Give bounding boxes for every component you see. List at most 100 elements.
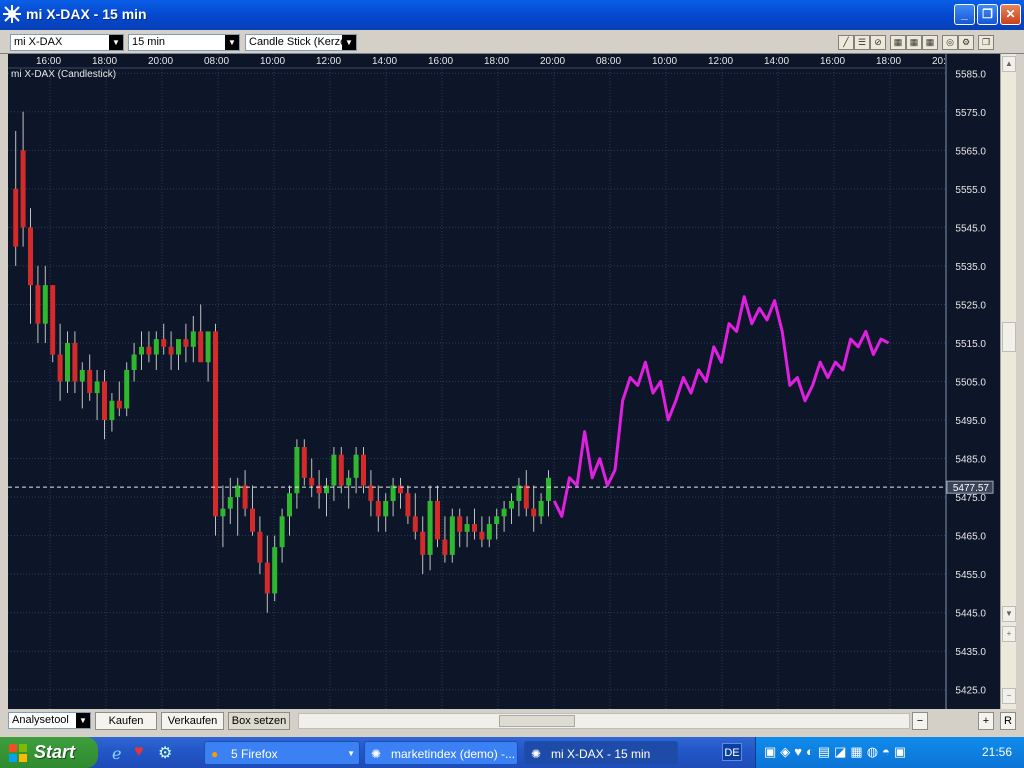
candle-body (13, 188, 19, 247)
time-label: 16:00 (36, 56, 61, 67)
restore-button[interactable]: ❐ (977, 4, 998, 25)
analysis-tool-select[interactable]: Analysetool ▼ (8, 712, 91, 729)
candle-body (412, 516, 418, 532)
chevron-down-icon[interactable]: ▼ (342, 35, 356, 50)
price-label: 5495.0 (955, 416, 986, 427)
taskbar-item-marketindex[interactable]: ✺ marketindex (demo) -... (364, 741, 518, 765)
candle-body (479, 531, 485, 540)
candle-body (287, 493, 292, 517)
chevron-down-icon[interactable]: ▼ (76, 713, 90, 728)
grid-a-button[interactable]: ▦ (890, 35, 906, 50)
bottom-toolbar: Analysetool ▼ Kaufen Verkaufen Box setze… (0, 710, 1024, 732)
candle-body (464, 524, 470, 532)
price-label: 5565.0 (955, 146, 986, 157)
ie-icon[interactable]: ℯ (112, 744, 121, 764)
zoom-out-time-icon[interactable]: − (912, 712, 928, 730)
zoom-out-icon[interactable]: − (1002, 688, 1016, 704)
candle-body (176, 339, 181, 355)
candle-body (383, 500, 389, 517)
zoom-in-icon[interactable]: + (1002, 626, 1016, 642)
candle-body (457, 516, 463, 532)
taskbar-item-label: marketindex (demo) -... (391, 747, 516, 761)
candle-body (309, 477, 315, 486)
taskbar: Start ℯ ♥ ⚙ ● 5 Firefox ▼ ✺ marketindex … (0, 737, 1024, 768)
candle-body (35, 285, 41, 324)
window-title: mi X-DAX - 15 min (26, 6, 147, 22)
start-button[interactable]: Start (0, 737, 98, 768)
instrument-select[interactable]: mi X-DAX ▼ (10, 34, 124, 51)
candle-body (161, 339, 167, 347)
chart-type-value: Candle Stick (Kerze (249, 36, 347, 48)
interval-select[interactable]: 15 min ▼ (128, 34, 240, 51)
chevron-down-icon[interactable]: ▼ (225, 35, 239, 50)
zoom-in-time-icon[interactable]: + (978, 712, 994, 730)
candle-body (516, 485, 522, 501)
candle-body (205, 331, 211, 363)
candle-body (538, 500, 544, 517)
minimize-button[interactable]: _ (954, 4, 975, 25)
chart-area[interactable]: 5585.0 5575.0 5565.0 5555.0 5545.0 5535.0 5525… (8, 54, 1015, 709)
app-quicklaunch-icon[interactable]: ⚙ (158, 743, 172, 763)
taskbar-item-firefox[interactable]: ● 5 Firefox ▼ (204, 741, 360, 765)
hline-tool-button[interactable]: ☰ (854, 35, 870, 50)
taskbar-item-chart[interactable]: ✺ mi X-DAX - 15 min (524, 741, 678, 765)
candle-body (301, 447, 307, 478)
candle-body (375, 500, 381, 517)
candle-body (435, 500, 440, 540)
candle-body (242, 485, 248, 509)
candle-body (546, 477, 551, 501)
app-icon: ✺ (531, 747, 542, 761)
detach-button[interactable]: ❐ (978, 35, 994, 50)
price-label: 5585.0 (955, 69, 986, 80)
taskbar-item-label: mi X-DAX - 15 min (551, 747, 651, 761)
price-scrollbar[interactable]: ▲ ▼ + − (1000, 54, 1016, 709)
tray-icons[interactable]: ▣◈♥◐▤◪▦◍◓▣ (764, 744, 910, 760)
settings-button[interactable]: ⚙ (958, 35, 974, 50)
app-icon (3, 5, 21, 23)
line-tool-button[interactable]: ╱ (838, 35, 854, 50)
candle-body (94, 381, 100, 394)
candlestick-chart[interactable]: 5585.0 5575.0 5565.0 5555.0 5545.0 5535.0 5525… (8, 54, 1015, 709)
candle-body (390, 485, 396, 501)
time-label: 20:00 (148, 56, 173, 67)
scroll-thumb[interactable] (1002, 322, 1016, 352)
grid-b-button[interactable]: ▦ (906, 35, 922, 50)
close-button[interactable]: ✕ (1000, 4, 1021, 25)
candle-body (65, 342, 70, 382)
window-icon: ❐ (981, 37, 991, 47)
time-scroll-thumb[interactable] (499, 715, 575, 727)
zoom-button[interactable]: ◎ (942, 35, 958, 50)
candle-body (420, 531, 426, 555)
time-scrollbar[interactable] (298, 713, 910, 729)
scroll-up-icon[interactable]: ▲ (1002, 56, 1016, 72)
heart-icon[interactable]: ♥ (134, 743, 144, 761)
price-label: 5465.0 (955, 532, 986, 543)
time-label: 18:00 (876, 56, 901, 67)
current-price-label: 5477.57 (953, 483, 990, 494)
time-label: 16:00 (428, 56, 453, 67)
scroll-down-icon[interactable]: ▼ (1002, 606, 1016, 622)
chart-type-select[interactable]: Candle Stick (Kerze ▼ (245, 34, 357, 51)
reset-button[interactable]: R (1000, 712, 1016, 730)
buy-button[interactable]: Kaufen (95, 712, 157, 730)
candle-body (220, 508, 226, 517)
time-label: 08:00 (596, 56, 621, 67)
candle-body (116, 400, 122, 409)
time-label: 10:00 (260, 56, 285, 67)
candle-body (294, 447, 300, 494)
candle-body (486, 524, 492, 540)
candle-body (146, 346, 152, 355)
candle-body (124, 369, 130, 409)
chevron-down-icon[interactable]: ▼ (109, 35, 123, 50)
time-label: 20:00 (540, 56, 565, 67)
minimize-icon: _ (961, 7, 968, 21)
box-button[interactable]: Box setzen (228, 712, 290, 730)
instrument-value: mi X-DAX (14, 36, 63, 48)
candle-body (279, 516, 285, 548)
erase-tool-button[interactable]: ⊘ (870, 35, 886, 50)
language-indicator[interactable]: DE (722, 743, 742, 761)
candle-body (324, 485, 329, 494)
sell-button[interactable]: Verkaufen (161, 712, 224, 730)
candle-body (28, 227, 33, 286)
grid-c-button[interactable]: ▦ (922, 35, 938, 50)
